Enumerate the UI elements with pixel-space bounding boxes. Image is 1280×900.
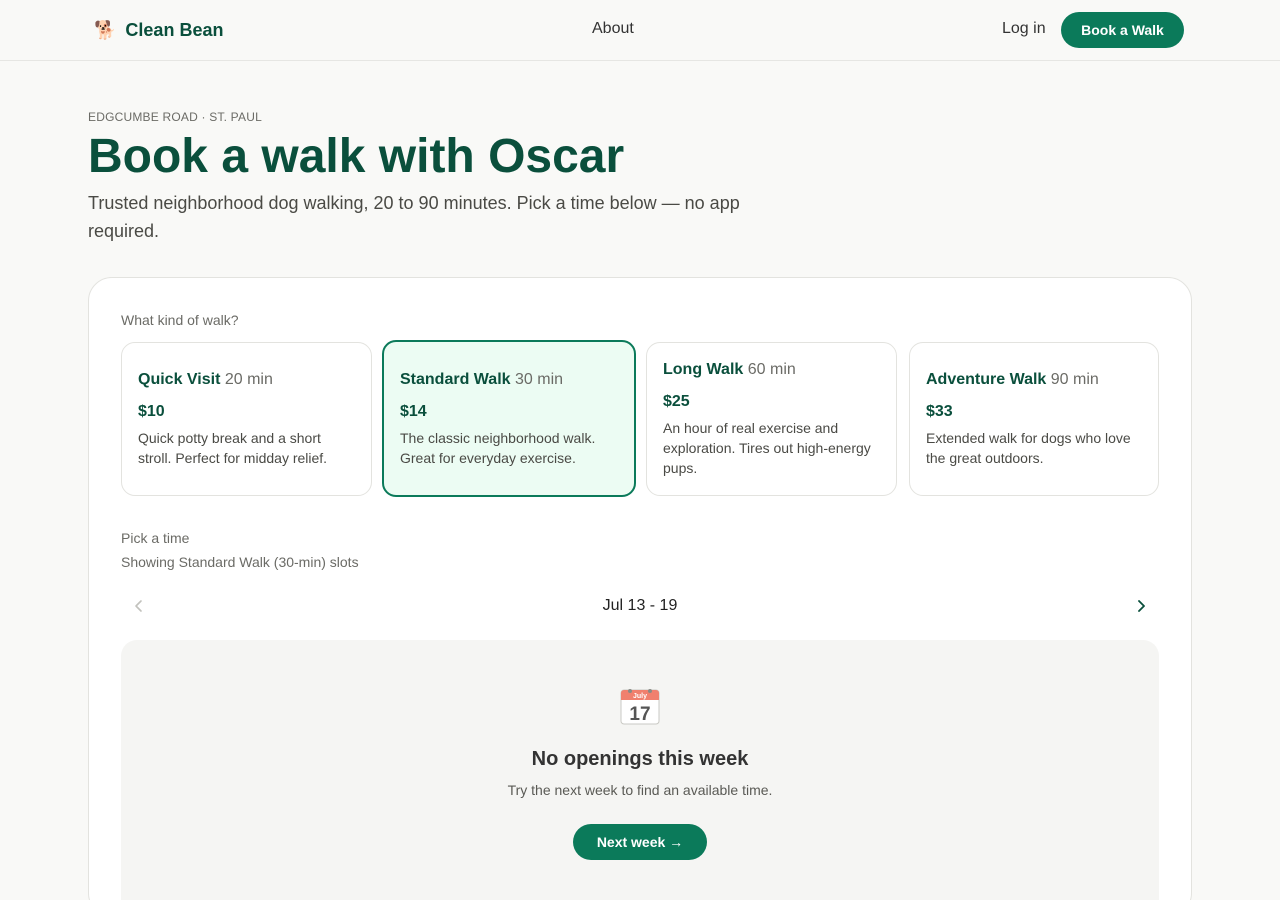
chevron-right-icon xyxy=(1138,600,1145,612)
walk-duration: 90 min xyxy=(1050,371,1099,388)
walk-duration: 30 min xyxy=(515,370,564,388)
walk-option-adventure-walk[interactable]: Adventure Walk 90 min $33 Extended walk … xyxy=(909,342,1159,496)
location-eyebrow: EDGCUMBE ROAD · ST. PAUL xyxy=(88,110,262,124)
brand-logo[interactable]: 🐕 Clean Bean xyxy=(94,17,223,43)
next-week-arrow-button[interactable] xyxy=(1133,596,1149,616)
walk-duration: 20 min xyxy=(224,371,273,388)
page-subtitle: Trusted neighborhood dog walking, 20 to … xyxy=(88,193,740,241)
time-hint: Showing Standard Walk (30-min) slots xyxy=(121,554,359,570)
empty-state-subtitle: Try the next week to find an available t… xyxy=(507,782,773,798)
walk-description: An hour of real exercise and exploration… xyxy=(663,420,871,476)
dog-icon: 🐕 xyxy=(94,20,117,40)
walk-type-options: Quick Visit 20 min $10 Quick potty break… xyxy=(121,340,1159,497)
walk-type-label: What kind of walk? xyxy=(121,312,239,328)
walk-price: $10 xyxy=(138,403,165,420)
walk-duration: 60 min xyxy=(747,361,796,378)
next-week-button[interactable]: Next week → xyxy=(573,824,707,860)
empty-state-title: No openings this week xyxy=(531,748,749,770)
page-title: Book a walk with Oscar xyxy=(88,130,625,183)
brand-name: Clean Bean xyxy=(125,19,224,40)
walk-price: $14 xyxy=(400,402,427,420)
week-range: Jul 13 - 19 xyxy=(602,597,678,614)
walk-option-quick-visit[interactable]: Quick Visit 20 min $10 Quick potty break… xyxy=(121,342,372,496)
time-label: Pick a time xyxy=(121,530,190,546)
walk-option-standard-walk[interactable]: Standard Walk 30 min $14 The classic nei… xyxy=(382,340,636,497)
walk-option-long-walk[interactable]: Long Walk 60 min $25 An hour of real exe… xyxy=(646,342,897,496)
walk-name: Long Walk xyxy=(663,361,744,378)
walk-name: Standard Walk xyxy=(400,370,511,388)
nav-about-link[interactable]: About xyxy=(592,20,634,38)
calendar-day: 17 xyxy=(629,704,650,725)
walk-name: Adventure Walk xyxy=(926,371,1047,388)
walk-description: Quick potty break and a short stroll. Pe… xyxy=(138,430,328,466)
walk-price: $33 xyxy=(926,403,953,420)
top-navbar: 🐕 Clean Bean About Log in Book a Walk xyxy=(0,0,1280,61)
login-link[interactable]: Log in xyxy=(1002,20,1046,38)
walk-name: Quick Visit xyxy=(138,371,221,388)
calendar-month: July xyxy=(633,693,647,700)
chevron-left-icon xyxy=(135,600,142,612)
walk-description: Extended walk for dogs who love the grea… xyxy=(926,430,1131,466)
walk-description: The classic neighborhood walk. Great for… xyxy=(400,429,596,466)
prev-week-button[interactable] xyxy=(131,596,147,616)
calendar-icon: July 17 xyxy=(620,689,660,725)
walk-price: $25 xyxy=(663,393,690,410)
book-walk-button[interactable]: Book a Walk xyxy=(1061,12,1184,48)
